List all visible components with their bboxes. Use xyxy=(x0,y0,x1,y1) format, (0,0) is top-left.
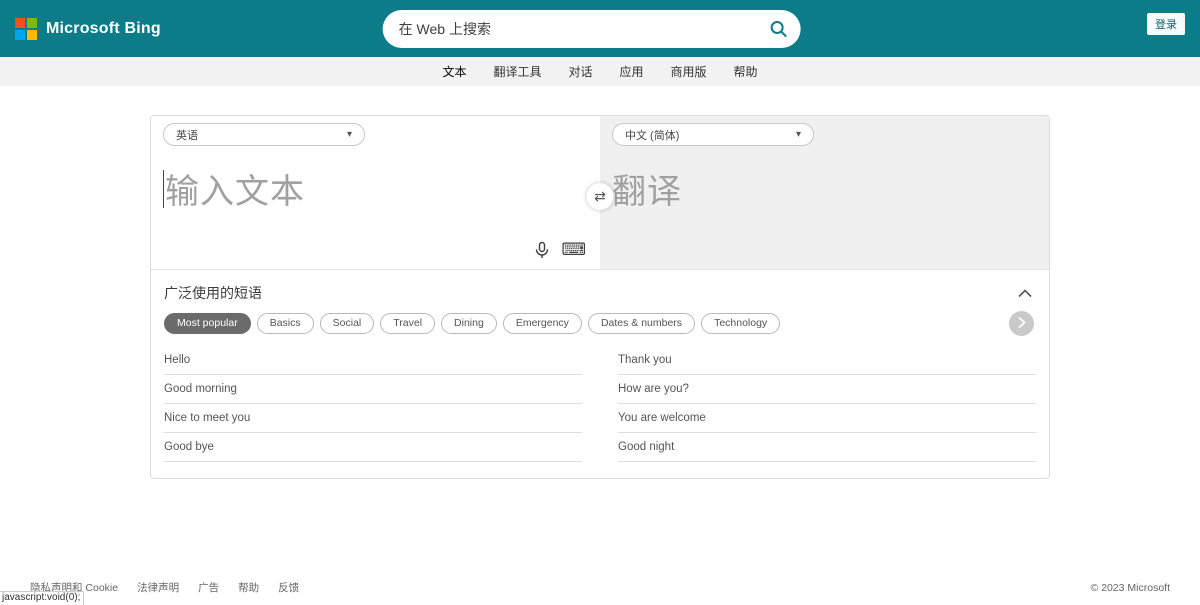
page-footer: 隐私声明和 Cookie 法律声明 广告 帮助 反馈 © 2023 Micros… xyxy=(0,580,1200,595)
source-language-label: 英语 xyxy=(176,127,198,143)
translation-panels: 英语 ▾ 输入文本 ⌨ xyxy=(151,116,1049,269)
category-basics[interactable]: Basics xyxy=(257,313,314,334)
nav-item-translator-tools[interactable]: 翻译工具 xyxy=(493,63,541,80)
category-social[interactable]: Social xyxy=(320,313,375,334)
target-panel: 中文 (简体) ▾ 翻译 xyxy=(600,116,1049,269)
input-tools: ⌨ xyxy=(534,241,586,259)
phrase-item[interactable]: Good morning xyxy=(164,375,582,404)
search-icon[interactable] xyxy=(769,19,789,39)
nav-item-business[interactable]: 商用版 xyxy=(671,63,707,80)
web-search-box[interactable] xyxy=(383,10,801,48)
chevron-down-icon: ▾ xyxy=(347,130,352,140)
footer-link-help[interactable]: 帮助 xyxy=(238,580,259,595)
top-header: Microsoft Bing 登录 xyxy=(0,0,1200,57)
nav-item-apps[interactable]: 应用 xyxy=(620,63,644,80)
category-travel[interactable]: Travel xyxy=(380,313,435,334)
phrase-item[interactable]: You are welcome xyxy=(618,404,1036,433)
phrase-list: Hello Thank you Good morning How are you… xyxy=(164,346,1036,462)
scroll-categories-right-button[interactable] xyxy=(1009,311,1034,336)
category-dates-numbers[interactable]: Dates & numbers xyxy=(588,313,695,334)
chevron-up-icon xyxy=(1018,286,1032,301)
phrases-section: 广泛使用的短语 Most popular Basics Social Trave… xyxy=(151,269,1049,478)
search-input[interactable] xyxy=(399,21,769,37)
category-dining[interactable]: Dining xyxy=(441,313,497,334)
microsoft-logo-icon xyxy=(15,18,37,40)
phrase-item[interactable]: How are you? xyxy=(618,375,1036,404)
nav-item-conversation[interactable]: 对话 xyxy=(568,63,592,80)
brand-text: Microsoft Bing xyxy=(46,20,161,38)
phrase-item[interactable]: Thank you xyxy=(618,346,1036,375)
swap-languages-button[interactable]: ⇄ xyxy=(587,183,614,210)
phrase-categories: Most popular Basics Social Travel Dining… xyxy=(164,313,1036,334)
footer-link-feedback[interactable]: 反馈 xyxy=(278,580,299,595)
target-language-selector[interactable]: 中文 (简体) ▾ xyxy=(612,123,814,146)
swap-icon: ⇄ xyxy=(594,189,606,205)
footer-link-ads[interactable]: 广告 xyxy=(198,580,219,595)
collapse-phrases-button[interactable] xyxy=(1016,284,1034,303)
text-caret xyxy=(163,170,164,208)
chevron-right-icon xyxy=(1017,316,1026,332)
phrases-title: 广泛使用的短语 xyxy=(164,283,262,303)
footer-link-legal[interactable]: 法律声明 xyxy=(137,580,179,595)
nav-item-help[interactable]: 帮助 xyxy=(734,63,758,80)
category-emergency[interactable]: Emergency xyxy=(503,313,582,334)
phrase-item[interactable]: Nice to meet you xyxy=(164,404,582,433)
nav-item-text[interactable]: 文本 xyxy=(442,63,466,80)
sign-in-button[interactable]: 登录 xyxy=(1147,13,1185,35)
phrases-header: 广泛使用的短语 xyxy=(164,281,1036,313)
category-technology[interactable]: Technology xyxy=(701,313,780,334)
category-most-popular[interactable]: Most popular xyxy=(164,313,251,334)
translator-card: 英语 ▾ 输入文本 ⌨ xyxy=(150,115,1050,479)
browser-status-text: javascript:void(0); xyxy=(0,591,84,605)
keyboard-icon[interactable]: ⌨ xyxy=(561,242,586,259)
microphone-icon[interactable] xyxy=(534,241,550,259)
input-placeholder[interactable]: 输入文本 xyxy=(163,164,305,213)
phrase-item[interactable]: Good bye xyxy=(164,433,582,462)
main-content: 英语 ▾ 输入文本 ⌨ xyxy=(0,115,1200,479)
copyright-text: © 2023 Microsoft xyxy=(1090,582,1170,594)
source-panel[interactable]: 英语 ▾ 输入文本 ⌨ xyxy=(151,116,600,269)
chevron-down-icon: ▾ xyxy=(796,130,801,140)
phrase-item[interactable]: Good night xyxy=(618,433,1036,462)
bing-logo[interactable]: Microsoft Bing xyxy=(15,18,161,40)
phrase-item[interactable]: Hello xyxy=(164,346,582,375)
nav-bar: 文本 翻译工具 对话 应用 商用版 帮助 xyxy=(0,57,1200,86)
output-placeholder: 翻译 xyxy=(612,164,682,213)
target-language-label: 中文 (简体) xyxy=(625,127,679,143)
source-language-selector[interactable]: 英语 ▾ xyxy=(163,123,365,146)
